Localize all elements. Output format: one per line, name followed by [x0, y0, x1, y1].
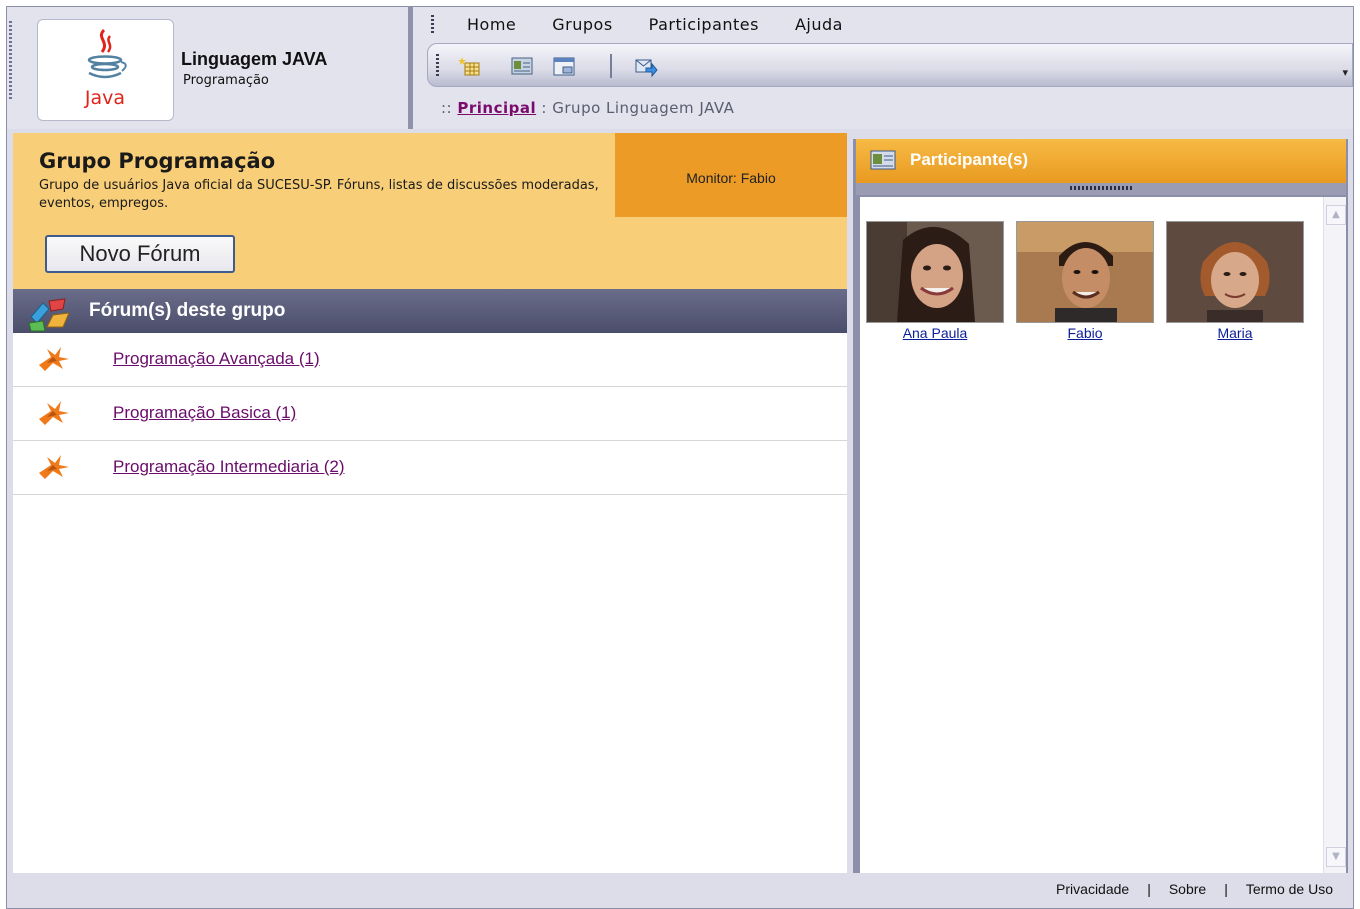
- participant-name-ana-paula[interactable]: Ana Paula: [866, 325, 1004, 341]
- toolbar: ▾: [427, 43, 1353, 87]
- monitor-box: Monitor: Fabio: [615, 133, 847, 217]
- forum-list-title: Fórum(s) deste grupo: [89, 300, 286, 321]
- breadcrumb-prefix: ::: [441, 99, 453, 117]
- breadcrumb-link-principal[interactable]: Principal: [457, 99, 536, 117]
- menu-grip[interactable]: [431, 15, 434, 35]
- menu-item-participantes[interactable]: Participantes: [649, 15, 759, 34]
- participant-card: Fabio: [1016, 221, 1154, 341]
- forum-item-icon: [39, 455, 69, 479]
- participants-title: Participante(s): [910, 150, 1029, 169]
- group-description: Grupo de usuários Java oficial da SUCESU…: [39, 178, 599, 211]
- header-grip[interactable]: [9, 21, 12, 101]
- participant-name-fabio[interactable]: Fabio: [1016, 325, 1154, 341]
- breadcrumb-current: Grupo Linguagem JAVA: [552, 99, 735, 117]
- footer-separator: |: [1147, 881, 1151, 897]
- main-menu: Home Grupos Participantes Ajuda: [467, 15, 843, 34]
- forum-list: Programação Avançada (1) Programação Bas…: [13, 333, 847, 495]
- group-title: Grupo Programação: [39, 149, 276, 173]
- footer-link-sobre[interactable]: Sobre: [1169, 881, 1206, 897]
- participants-list: Ana Paula Fabio Maria ▲ ▼: [860, 197, 1346, 873]
- footer: Privacidade | Sobre | Termo de Uso: [1056, 881, 1333, 897]
- participants-scrollbar[interactable]: ▲ ▼: [1323, 197, 1346, 873]
- window-icon[interactable]: [552, 54, 576, 78]
- monitor-label: Monitor: Fabio: [686, 170, 776, 186]
- participant-photo[interactable]: [1016, 221, 1154, 323]
- breadcrumb-separator: :: [541, 99, 547, 117]
- app-window: Java Linguagem JAVA Programação Home Gru…: [6, 6, 1354, 909]
- participants-panel: Participante(s) Ana Paula Fabio Maria ▲ …: [853, 139, 1348, 873]
- forum-item-icon: [39, 401, 69, 425]
- participant-card: Maria: [1166, 221, 1304, 341]
- group-panel: Grupo Programação Grupo de usuários Java…: [13, 133, 847, 873]
- group-banner: Grupo Programação Grupo de usuários Java…: [13, 133, 847, 289]
- forum-item-icon: [39, 347, 69, 371]
- participant-photo[interactable]: [1166, 221, 1304, 323]
- menu-item-ajuda[interactable]: Ajuda: [795, 15, 843, 34]
- new-item-icon[interactable]: [458, 54, 482, 78]
- participants-grid: Ana Paula Fabio Maria: [866, 221, 1304, 341]
- forum-link-programacao-avancada[interactable]: Programação Avançada (1): [113, 349, 320, 369]
- send-icon[interactable]: [634, 54, 658, 78]
- scroll-down-icon[interactable]: ▼: [1326, 847, 1346, 867]
- scroll-up-icon[interactable]: ▲: [1326, 205, 1346, 225]
- participants-resize-grip[interactable]: [856, 183, 1346, 195]
- breadcrumb: :: Principal : Grupo Linguagem JAVA: [441, 99, 734, 117]
- forum-row: Programação Basica (1): [13, 387, 847, 441]
- toolbar-grip[interactable]: [436, 54, 439, 78]
- group-category: Programação: [183, 73, 269, 88]
- java-logo-icon: Java: [84, 28, 127, 109]
- toolbar-overflow-icon[interactable]: ▾: [1342, 66, 1348, 79]
- new-forum-button[interactable]: Novo Fórum: [45, 235, 235, 273]
- forum-link-programacao-basica[interactable]: Programação Basica (1): [113, 403, 296, 423]
- group-name: Linguagem JAVA: [181, 49, 328, 69]
- forum-list-header: Fórum(s) deste grupo: [13, 289, 847, 333]
- participant-card: Ana Paula: [866, 221, 1004, 341]
- java-logo: Java: [37, 19, 174, 121]
- forums-icon: [28, 298, 70, 332]
- forum-row: Programação Intermediaria (2): [13, 441, 847, 495]
- footer-link-privacidade[interactable]: Privacidade: [1056, 881, 1129, 897]
- participant-photo[interactable]: [866, 221, 1004, 323]
- svg-text:Java: Java: [84, 87, 125, 109]
- participant-name-maria[interactable]: Maria: [1166, 325, 1304, 341]
- menu-item-grupos[interactable]: Grupos: [552, 15, 612, 34]
- footer-link-termo-de-uso[interactable]: Termo de Uso: [1246, 881, 1333, 897]
- toolbar-separator: [610, 54, 612, 78]
- forum-row: Programação Avançada (1): [13, 333, 847, 387]
- participants-icon: [870, 150, 896, 170]
- footer-separator: |: [1224, 881, 1228, 897]
- properties-icon[interactable]: [510, 54, 534, 78]
- menu-item-home[interactable]: Home: [467, 15, 516, 34]
- header: Java Linguagem JAVA Programação Home Gru…: [7, 7, 1353, 129]
- header-divider: [408, 7, 413, 129]
- forum-link-programacao-intermediaria[interactable]: Programação Intermediaria (2): [113, 457, 344, 477]
- participants-header: Participante(s): [856, 139, 1346, 183]
